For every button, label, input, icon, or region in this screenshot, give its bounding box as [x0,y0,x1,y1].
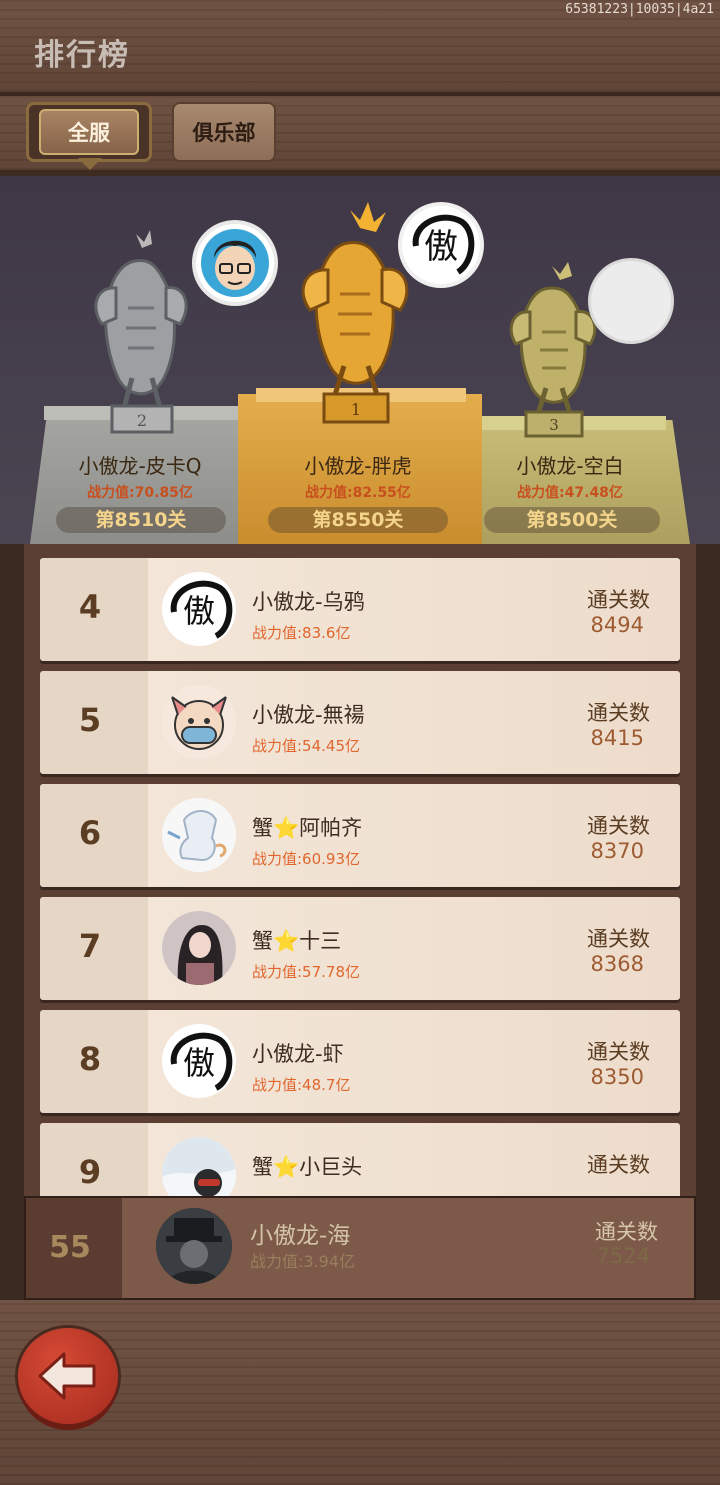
rank-number: 4 [78,588,102,626]
svg-text:傲: 傲 [424,227,458,267]
power-value: 战力值:83.6亿 [252,624,351,642]
my-rank-row[interactable]: 55 小傲龙-海 战力值:3.94亿 通关数 7524 [24,1196,696,1300]
ink-calligraphy-avatar-icon: 傲 [170,1032,233,1091]
stat-label: 通关数 [587,1153,650,1177]
stat-label: 通关数 [587,1040,650,1064]
podium-3-power: 战力值:47.48亿 [517,485,623,501]
my-stat-label: 通关数 [595,1220,658,1244]
ink-calligraphy-avatar-icon: 傲 [170,580,233,639]
back-button[interactable] [18,1328,118,1424]
active-tab-indicator [78,158,102,170]
podium-1-level: 第8550关 [268,507,448,533]
ink-calligraphy-avatar-icon: 傲 [412,214,475,275]
svg-text:傲: 傲 [183,1044,215,1082]
player-name: 蟹⭐十三 [252,929,342,953]
podium-2-power: 战力值:70.85亿 [87,485,193,501]
top-bar: 65381223|10035|4a21 排行榜 [0,0,720,96]
dark-hat-portrait-avatar-icon [156,1208,232,1284]
avatar[interactable] [162,911,236,985]
list-item[interactable]: 4 傲 小傲龙-乌鸦 战力值:83.6亿 通关数 8494 [40,558,680,661]
tab-club[interactable]: 俱乐部 [172,102,276,162]
podium-1-power: 战力值:82.55亿 [305,485,411,501]
svg-text:傲: 傲 [183,592,215,630]
silver-fish-trophy-icon: 2 [94,230,188,434]
podium-2-level: 第8510关 [56,507,226,533]
rank-number: 9 [78,1153,102,1191]
bottom-bar [0,1300,720,1485]
svg-text:2: 2 [137,411,147,430]
my-power-value: 战力值:3.94亿 [250,1252,356,1271]
power-value: 战力值:60.93亿 [252,850,360,868]
list-item[interactable]: 9 蟹⭐小巨头 通关数 [40,1123,680,1196]
white-cat-avatar-icon [162,798,236,872]
podium-1-name: 小傲龙-胖虎 [304,454,412,478]
avatar[interactable] [162,685,236,759]
podium-avatar-2[interactable] [192,220,278,306]
page-title: 排行榜 [34,38,130,73]
my-avatar[interactable] [156,1208,232,1284]
stat-value: 8415 [590,726,644,750]
tab-all-server[interactable]: 全服 [26,102,152,162]
stat-value: 8494 [590,613,644,637]
rank-number: 8 [78,1040,102,1078]
player-name: 小傲龙-無禓 [252,703,365,727]
tab-bar: 全服 俱乐部 [0,96,720,176]
podium: 2 1 3 傲 小傲龙-皮卡Q 战力值:70.85亿 第8510关 小傲龙-胖虎… [0,176,720,544]
podium-3-name: 小傲龙-空白 [516,454,624,478]
avatar[interactable]: 傲 [162,1024,236,1098]
rank-number: 7 [78,927,102,965]
podium-3-level: 第8500关 [484,507,660,533]
my-stat-value: 7524 [596,1244,650,1268]
stat-value: 8370 [590,839,644,863]
player-name: 蟹⭐阿帕齐 [252,816,363,840]
glasses-boy-avatar-icon [201,229,269,297]
rank-number: 6 [78,814,102,852]
power-value: 战力值:54.45亿 [252,737,360,755]
back-arrow-icon [38,1352,96,1400]
stat-label: 通关数 [587,588,650,612]
stat-value: 8350 [590,1065,644,1089]
list-item[interactable]: 7 蟹⭐十三 战力值:57.78亿 通关数 8368 [40,897,680,1000]
svg-text:3: 3 [549,416,559,434]
power-value: 战力值:57.78亿 [252,963,360,981]
stat-label: 通关数 [587,814,650,838]
portrait-photo-avatar-icon [162,911,236,985]
list-item[interactable]: 5 小傲龙-無禓 战力值:54.45亿 通关数 8415 [40,671,680,774]
tab-all-server-label: 全服 [39,109,139,155]
my-player-name: 小傲龙-海 [250,1223,351,1249]
list-item[interactable]: 6 蟹⭐阿帕齐 战力值:60.93亿 通关数 8370 [40,784,680,887]
podium-avatar-3[interactable] [588,258,674,344]
player-name: 小傲龙-虾 [252,1042,344,1066]
ranking-list[interactable]: 4 傲 小傲龙-乌鸦 战力值:83.6亿 通关数 8494 5 小傲龙-無禓 战… [24,544,696,1196]
svg-text:1: 1 [351,400,361,419]
player-name: 小傲龙-乌鸦 [252,590,365,614]
avatar[interactable] [162,798,236,872]
player-name: 蟹⭐小巨头 [252,1155,363,1179]
list-item[interactable]: 8 傲 小傲龙-虾 战力值:48.7亿 通关数 8350 [40,1010,680,1113]
stat-label: 通关数 [587,927,650,951]
my-rank-number: 55 [49,1230,91,1265]
masked-cartoon-avatar-icon [162,685,236,759]
build-id: 65381223|10035|4a21 [565,2,714,17]
podium-2-name: 小傲龙-皮卡Q [78,454,202,478]
rank-number: 5 [78,701,102,739]
podium-avatar-1[interactable]: 傲 [398,202,484,288]
avatar[interactable]: 傲 [162,572,236,646]
power-value: 战力值:48.7亿 [252,1076,351,1094]
stat-value: 8368 [590,952,644,976]
stat-label: 通关数 [587,701,650,725]
